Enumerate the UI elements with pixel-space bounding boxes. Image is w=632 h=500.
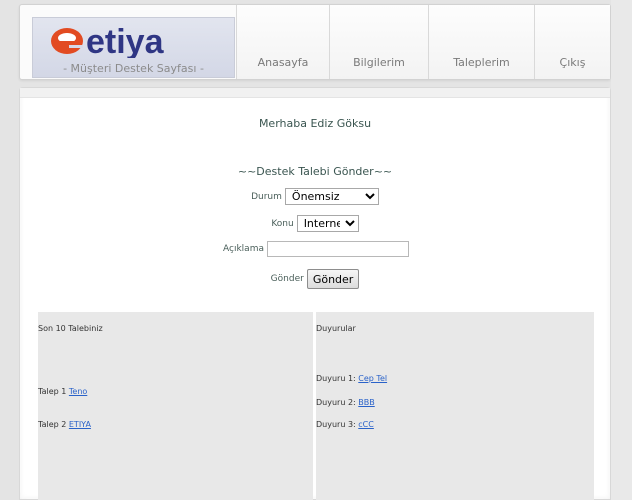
konu-select[interactable]: Internet (296, 215, 359, 232)
logo-wordmark: etiya (86, 23, 165, 58)
gonder-row: Gönder Gönder (20, 269, 610, 289)
request-item-prefix: Talep 2 (38, 420, 67, 429)
support-form-title: ~~Destek Talebi Gönder~~ (237, 165, 393, 178)
announcement-item-prefix: Duyuru 2: (316, 398, 356, 407)
announcements-title: Duyurular (316, 324, 356, 333)
logo-box[interactable]: etiya - Müşteri Destek Sayfası - (32, 17, 235, 78)
aciklama-label: Açıklama (223, 244, 264, 254)
aciklama-row: Açıklama (20, 241, 610, 257)
request-item: Talep 2 ETIYA (38, 420, 91, 429)
site-header: etiya - Müşteri Destek Sayfası - Anasayf… (19, 4, 611, 80)
konu-row: Konu Internet (20, 215, 610, 232)
announcements-panel: Duyurular Duyuru 1: Cep Tel Duyuru 2: BB… (316, 312, 594, 500)
aciklama-input[interactable] (266, 241, 409, 257)
durum-row: Durum Önemsiz (20, 188, 610, 205)
main-nav: Anasayfa Bilgilerim Taleplerim Çıkış (236, 5, 610, 79)
announcement-item: Duyuru 2: BBB (316, 398, 375, 407)
request-item: Talep 1 Teno (38, 387, 87, 396)
nav-item-anasayfa[interactable]: Anasayfa (237, 5, 329, 79)
announcement-item: Duyuru 1: Cep Tel (316, 374, 387, 383)
nav-item-taleplerim[interactable]: Taleplerim (429, 5, 534, 79)
durum-label: Durum (251, 191, 282, 202)
logo-tagline: - Müşteri Destek Sayfası - (63, 62, 204, 75)
etiya-logo: etiya (51, 23, 165, 58)
announcement-link-cep-tel[interactable]: Cep Tel (358, 374, 387, 383)
recent-requests-panel: Son 10 Talebiniz Talep 1 Teno Talep 2 ET… (38, 312, 313, 500)
main-content: Merhaba Ediz Göksu ~~Destek Talebi Gönde… (19, 87, 611, 500)
main-top-strip (20, 88, 610, 98)
recent-requests-title: Son 10 Talebiniz (38, 324, 103, 333)
request-link-etiya[interactable]: ETIYA (69, 420, 91, 429)
konu-label: Konu (271, 218, 294, 229)
announcement-item: Duyuru 3: cCC (316, 420, 374, 429)
gonder-label: Gönder (270, 274, 304, 284)
durum-select[interactable]: Önemsiz (284, 188, 379, 205)
announcement-item-prefix: Duyuru 1: (316, 374, 356, 383)
nav-item-cikis[interactable]: Çıkış (535, 5, 610, 79)
announcement-link-ccc[interactable]: cCC (358, 420, 374, 429)
greeting-text: Merhaba Ediz Göksu (258, 117, 372, 130)
announcement-link-bbb[interactable]: BBB (358, 398, 374, 407)
submit-button[interactable]: Gönder (306, 269, 360, 289)
announcement-item-prefix: Duyuru 3: (316, 420, 356, 429)
page-edge (611, 0, 632, 500)
request-item-prefix: Talep 1 (38, 387, 67, 396)
request-link-teno[interactable]: Teno (69, 387, 87, 396)
nav-item-bilgilerim[interactable]: Bilgilerim (330, 5, 428, 79)
